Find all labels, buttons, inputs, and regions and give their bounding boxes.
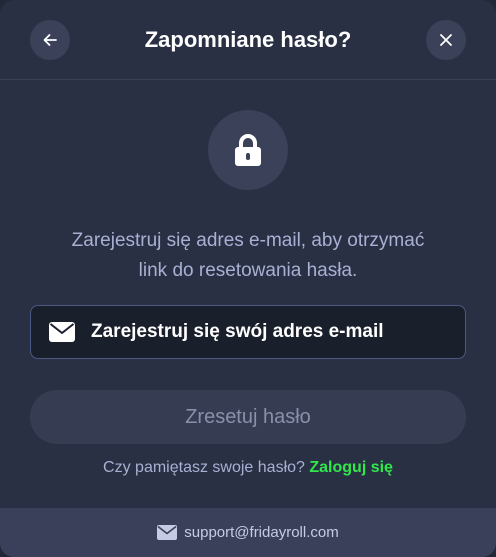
remember-question: Czy pamiętasz swoje hasło?	[103, 459, 305, 476]
lock-badge	[208, 110, 288, 190]
modal-title: Zapomniane hasło?	[144, 27, 352, 52]
close-icon	[440, 34, 452, 46]
email-input[interactable]	[91, 321, 465, 343]
email-field[interactable]	[30, 305, 466, 359]
envelope-icon	[49, 322, 75, 342]
instruction-line-2: link do resetowania hasła.	[138, 260, 358, 281]
instruction-text: Zarejestruj się adres e-mail, aby otrzym…	[20, 226, 476, 286]
login-link[interactable]: Zaloguj się	[309, 459, 393, 476]
support-footer: support@fridayroll.com	[0, 508, 496, 557]
arrow-left-icon	[43, 34, 57, 46]
lock-icon	[235, 134, 261, 166]
forgot-password-modal: Zapomniane hasło? Zarejestruj się adres …	[0, 0, 496, 557]
modal-header: Zapomniane hasło?	[0, 0, 496, 80]
support-email-link[interactable]: support@fridayroll.com	[184, 524, 338, 541]
remember-password-row: Czy pamiętasz swoje hasło? Zaloguj się	[0, 457, 496, 479]
instruction-line-1: Zarejestruj się adres e-mail, aby otrzym…	[71, 230, 425, 251]
back-button[interactable]	[30, 20, 70, 60]
reset-password-button[interactable]: Zresetuj hasło	[30, 390, 466, 444]
close-button[interactable]	[426, 20, 466, 60]
support-envelope-icon	[157, 525, 178, 540]
